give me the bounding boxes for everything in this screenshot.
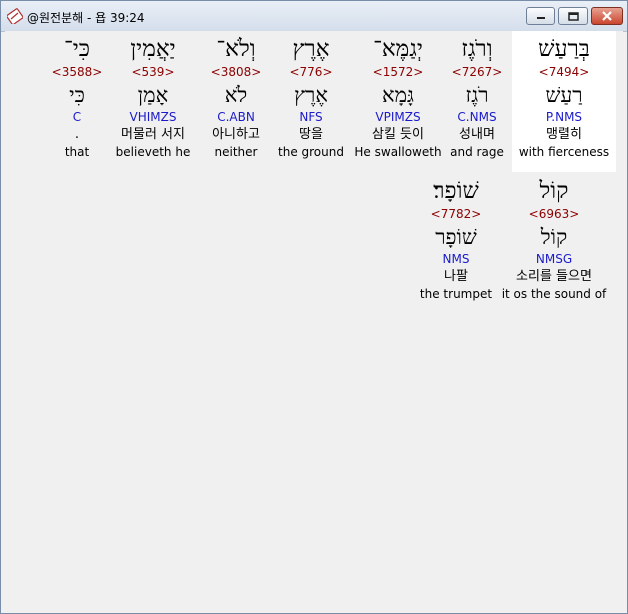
hebrew-lemma: שׁוֹפָר: [435, 225, 477, 249]
strong-number[interactable]: <7494>: [512, 64, 616, 81]
hebrew-word: יַאֲמִין: [130, 36, 176, 62]
hebrew-lemma: קוֹל: [540, 225, 568, 249]
word-column[interactable]: יַאֲמִין <539> אָמַן VHIMZS 머물러 서지 belie…: [111, 34, 195, 160]
hebrew-lemma: אֶרֶץ: [294, 83, 328, 107]
word-column[interactable]: וְרֹגֶז <7267> רֹגֶז C.NMS 성내며 and rage: [439, 34, 515, 160]
korean-gloss: 성내며: [459, 127, 495, 142]
korean-gloss: 아니하고: [212, 127, 260, 142]
strong-number[interactable]: <3808>: [203, 64, 269, 81]
app-window: @원전분해 - 욥 39:24 בְּרַעַשׁ <7494> רַעַשׁ …: [0, 0, 628, 614]
english-gloss: believeth he: [115, 145, 191, 159]
hebrew-word: יְגַמֶּא־: [373, 36, 423, 62]
hebrew-word: בְּרַעַשׁ: [538, 36, 590, 62]
hebrew-lemma: רַעַשׁ: [545, 83, 583, 107]
close-button[interactable]: [591, 7, 623, 25]
close-icon: [602, 11, 612, 21]
korean-gloss: 땅을: [299, 127, 323, 142]
english-gloss: neither: [214, 145, 258, 159]
window-title: @원전분해 - 욥 39:24: [27, 11, 145, 25]
english-gloss: it os the sound of: [501, 287, 607, 301]
korean-gloss: .: [74, 127, 80, 142]
strong-number[interactable]: <3588>: [51, 64, 103, 81]
morphology-code: NMS: [442, 252, 470, 266]
title-bar[interactable]: @원전분해 - 욥 39:24: [1, 1, 627, 32]
morphology-code: P.NMS: [545, 110, 583, 124]
hebrew-word: שׁוֹפָר׃: [433, 178, 479, 204]
korean-gloss: 나팔: [444, 269, 468, 284]
morphology-code: C.ABN: [217, 110, 255, 124]
word-column[interactable]: קוֹל <6963> קוֹל NMSG 소리를 들으면 it os the …: [500, 176, 608, 302]
hebrew-word: קוֹל: [539, 178, 569, 204]
word-column[interactable]: יְגַמֶּא־ <1572> גָּמָא VPIMZS 삼킬 듯이 He …: [351, 34, 445, 160]
hebrew-word: וְרֹגֶז: [461, 36, 493, 62]
strong-number[interactable]: <776>: [275, 64, 347, 81]
hebrew-word: כִּי־: [63, 36, 91, 62]
minimize-icon: [536, 17, 545, 19]
word-column[interactable]: אֶרֶץ <776> אֶרֶץ NFS 땅을 the ground: [275, 34, 347, 160]
english-gloss: the trumpet: [419, 287, 493, 301]
strong-number[interactable]: <1572>: [351, 64, 445, 81]
english-gloss: that: [64, 145, 90, 159]
morphology-code: C.NMS: [457, 110, 497, 124]
bible-app-icon: [7, 8, 23, 24]
hebrew-lemma: גָּמָא: [382, 83, 414, 107]
korean-gloss: 맹렬히: [546, 127, 582, 142]
strong-number[interactable]: <539>: [111, 64, 195, 81]
minimize-button[interactable]: [526, 7, 555, 25]
korean-gloss: 소리를 들으면: [516, 269, 592, 284]
word-column[interactable]: שׁוֹפָר׃ <7782> שׁוֹפָר NMS 나팔 the trump…: [417, 176, 495, 302]
hebrew-word: אֶרֶץ: [292, 36, 330, 62]
word-column[interactable]: כִּי־ <3588> כִּי C . that: [51, 34, 103, 160]
english-gloss: with fierceness: [518, 145, 610, 159]
hebrew-lemma: כִּי: [69, 83, 85, 107]
morphology-code: NMSG: [535, 252, 573, 266]
morphology-code: C: [72, 110, 82, 124]
english-gloss: the ground: [278, 145, 344, 159]
strong-number[interactable]: <7782>: [417, 206, 495, 223]
hebrew-lemma: לֹא: [224, 83, 248, 107]
hebrew-lemma: אָמַן: [137, 83, 169, 107]
word-column[interactable]: בְּרַעַשׁ <7494> רַעַשׁ P.NMS 맹렬히 with f…: [512, 34, 616, 160]
maximize-icon: [567, 11, 579, 21]
morphology-code: VHIMZS: [129, 110, 177, 124]
english-gloss: and rage: [450, 145, 504, 159]
hebrew-lemma: רֹגֶז: [465, 83, 489, 107]
english-gloss: He swalloweth: [354, 145, 442, 159]
word-analysis-panel: בְּרַעַשׁ <7494> רַעַשׁ P.NMS 맹렬히 with f…: [5, 31, 623, 609]
morphology-code: VPIMZS: [375, 110, 421, 124]
word-column[interactable]: וְלֹא־ <3808> לֹא C.ABN 아니하고 neither: [203, 34, 269, 160]
korean-gloss: 삼킬 듯이: [372, 127, 424, 142]
morphology-code: NFS: [299, 110, 323, 124]
strong-number[interactable]: <6963>: [500, 206, 608, 223]
strong-number[interactable]: <7267>: [439, 64, 515, 81]
hebrew-word: וְלֹא־: [216, 36, 256, 62]
korean-gloss: 머물러 서지: [121, 127, 185, 142]
maximize-button[interactable]: [558, 7, 588, 25]
